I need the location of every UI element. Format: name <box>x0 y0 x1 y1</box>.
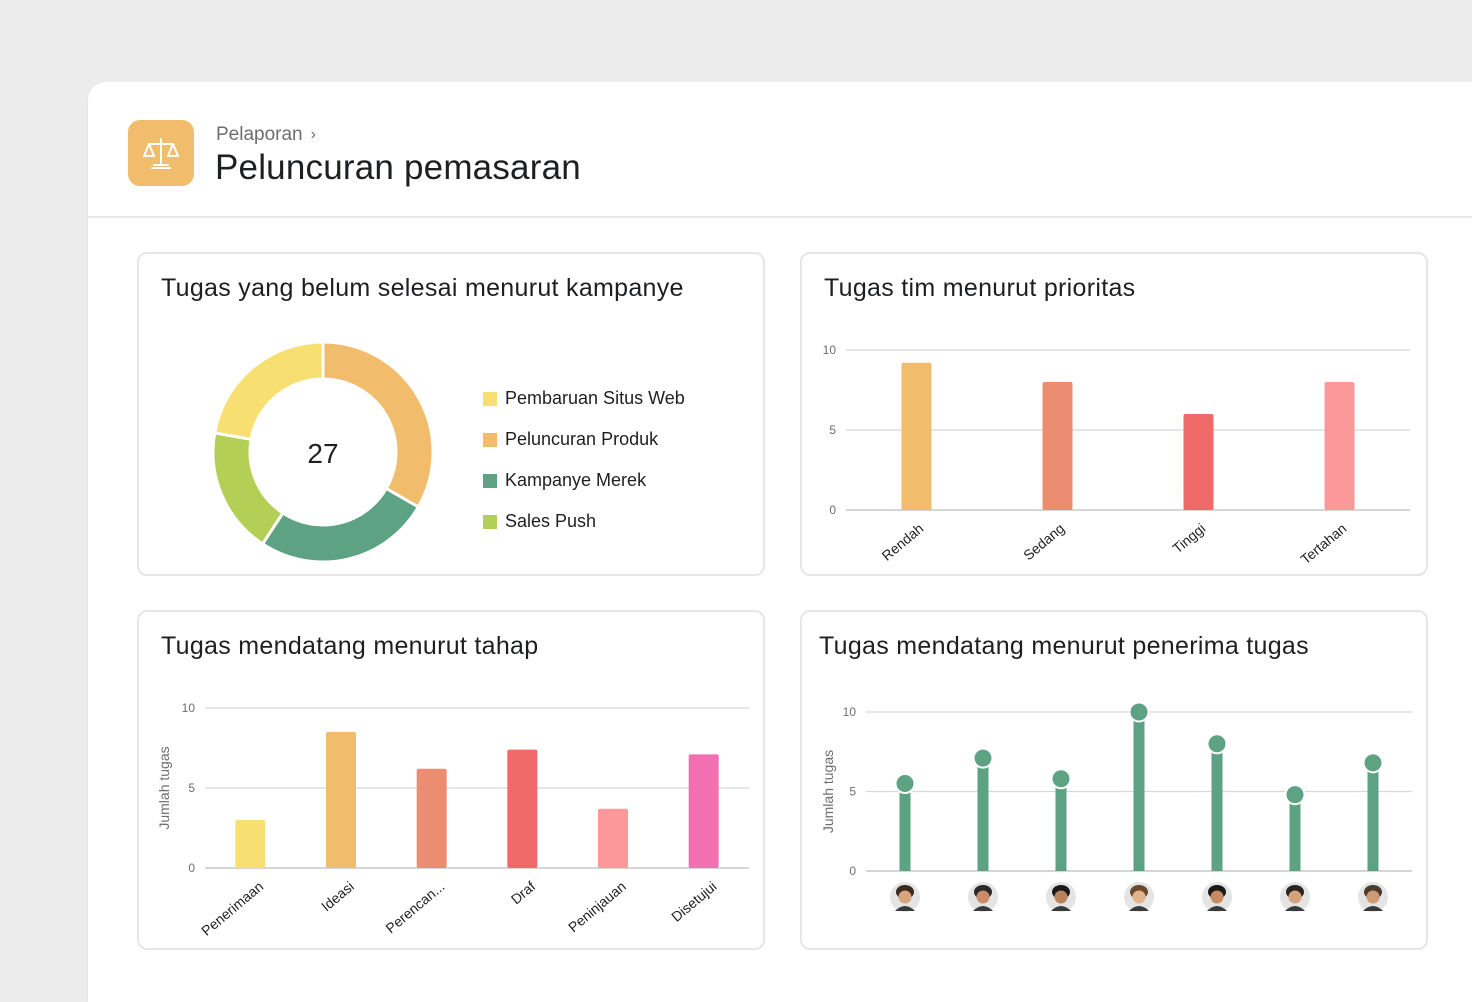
y-tick-label: 5 <box>188 781 195 795</box>
y-tick-label: 10 <box>823 343 837 357</box>
legend-label: Kampanye Merek <box>505 470 647 490</box>
bar <box>598 808 628 868</box>
avatar <box>968 882 998 912</box>
lollipop-stem <box>1055 778 1067 871</box>
legend-swatch <box>483 473 497 488</box>
lollipop-stem <box>1211 743 1223 871</box>
bar <box>416 768 447 868</box>
x-tick-label: Tinggi <box>1169 520 1208 556</box>
avatar-face <box>976 890 990 904</box>
x-tick-label: Disetujui <box>668 878 719 925</box>
lollipop-dot <box>1050 768 1072 790</box>
legend-item: Peluncuran Produk <box>483 419 685 460</box>
avatar-face <box>1210 890 1224 904</box>
avatar-face <box>1288 890 1302 904</box>
avatar <box>1280 882 1310 912</box>
page-title: Peluncuran pemasaran <box>215 148 581 187</box>
lollipop-dot <box>1362 752 1384 774</box>
bar <box>1324 382 1355 510</box>
priority-bar-chart: 0 5 10 Rendah Sedang Tinggi Tertahan <box>823 343 1410 567</box>
campaign-chart-card[interactable]: Tugas yang belum selesai menurut kampany… <box>137 252 765 576</box>
donut-slice <box>212 340 325 442</box>
card-title: Tugas yang belum selesai menurut kampany… <box>161 274 684 302</box>
assignee-lollipop-chart: 0 5 10 Jumlah tugas <box>820 701 1412 912</box>
lollipop-stem <box>899 783 911 871</box>
stage-bar-chart: 0 5 10 Jumlah tugas Penerimaan Ideasi Perencan… <box>156 701 749 939</box>
donut-center-total: 27 <box>307 438 338 469</box>
bar <box>507 749 538 868</box>
lollipop-dot <box>1206 733 1228 755</box>
legend-swatch <box>483 432 497 447</box>
y-tick-label: 0 <box>829 503 836 517</box>
avatar-face <box>1132 890 1146 904</box>
y-tick-label: 5 <box>849 785 856 799</box>
assignee-chart-card[interactable]: Tugas mendatang menurut penerima tugas 0… <box>800 610 1428 950</box>
chevron-right-icon: › <box>310 126 316 143</box>
y-tick-label: 10 <box>182 701 196 715</box>
avatar <box>1124 882 1154 912</box>
avatar-face <box>898 890 912 904</box>
breadcrumb: Pelaporan › <box>216 124 316 146</box>
priority-chart-card[interactable]: Tugas tim menurut prioritas 0 5 10 Rendah Se… <box>800 252 1428 576</box>
bar <box>326 732 356 868</box>
y-axis-label: Jumlah tugas <box>820 750 836 833</box>
legend-label: Pembaruan Situs Web <box>505 388 685 408</box>
bar <box>1042 382 1073 510</box>
lollipop-dot <box>1128 701 1150 723</box>
avatar-face <box>1054 890 1068 904</box>
donut-slice <box>260 486 421 564</box>
legend-label: Peluncuran Produk <box>505 429 659 449</box>
x-tick-label: Rendah <box>879 520 927 564</box>
legend-item: Sales Push <box>483 501 685 542</box>
x-tick-label: Draf <box>508 878 539 907</box>
y-axis-label: Jumlah tugas <box>156 746 172 829</box>
breadcrumb-link-pelaporan[interactable]: Pelaporan <box>216 124 303 146</box>
report-window: Pelaporan › Peluncuran pemasaran Tugas y… <box>88 82 1472 1002</box>
legend-swatch <box>483 514 497 529</box>
x-tick-label: Peninjauan <box>565 878 629 935</box>
donut-chart: 27 <box>211 340 435 564</box>
x-tick-label: Sedang <box>1020 520 1067 563</box>
avatar <box>1202 882 1232 912</box>
legend-label: Sales Push <box>505 511 597 531</box>
lollipop-dot <box>1284 784 1306 806</box>
avatar-face <box>1366 890 1380 904</box>
x-tick-label: Perencan... <box>382 878 447 936</box>
lollipop-stem <box>1133 712 1145 871</box>
y-tick-label: 5 <box>829 423 836 437</box>
scale-icon[interactable] <box>128 120 194 186</box>
lollipop-stem <box>977 758 989 871</box>
legend-swatch <box>483 391 497 406</box>
avatar <box>890 882 920 912</box>
avatar <box>1358 882 1388 912</box>
legend-item: Kampanye Merek <box>483 460 685 501</box>
donut-legend: Pembaruan Situs Web Peluncuran Produk Kamp… <box>483 378 685 542</box>
page-header: Pelaporan › Peluncuran pemasaran <box>88 82 1472 218</box>
legend-item: Pembaruan Situs Web <box>483 378 685 419</box>
lollipop-dot <box>972 747 994 769</box>
y-tick-label: 0 <box>849 864 856 878</box>
lollipop-stem <box>1367 762 1379 871</box>
lollipop-dot <box>894 773 916 795</box>
donut-slice <box>211 431 285 546</box>
stage-chart-card[interactable]: Tugas mendatang menurut tahap 0 5 10 Jumlah… <box>137 610 765 950</box>
donut-slice <box>321 340 435 510</box>
bar <box>688 754 719 868</box>
bar <box>901 362 932 510</box>
lollipop-stem <box>1289 794 1301 871</box>
bar <box>1183 414 1214 510</box>
bar <box>235 820 266 868</box>
y-tick-label: 0 <box>188 861 195 875</box>
x-tick-label: Tertahan <box>1297 520 1349 567</box>
x-tick-label: Ideasi <box>318 878 357 914</box>
x-tick-label: Penerimaan <box>198 878 266 939</box>
y-tick-label: 10 <box>843 705 857 719</box>
avatar <box>1046 882 1076 912</box>
